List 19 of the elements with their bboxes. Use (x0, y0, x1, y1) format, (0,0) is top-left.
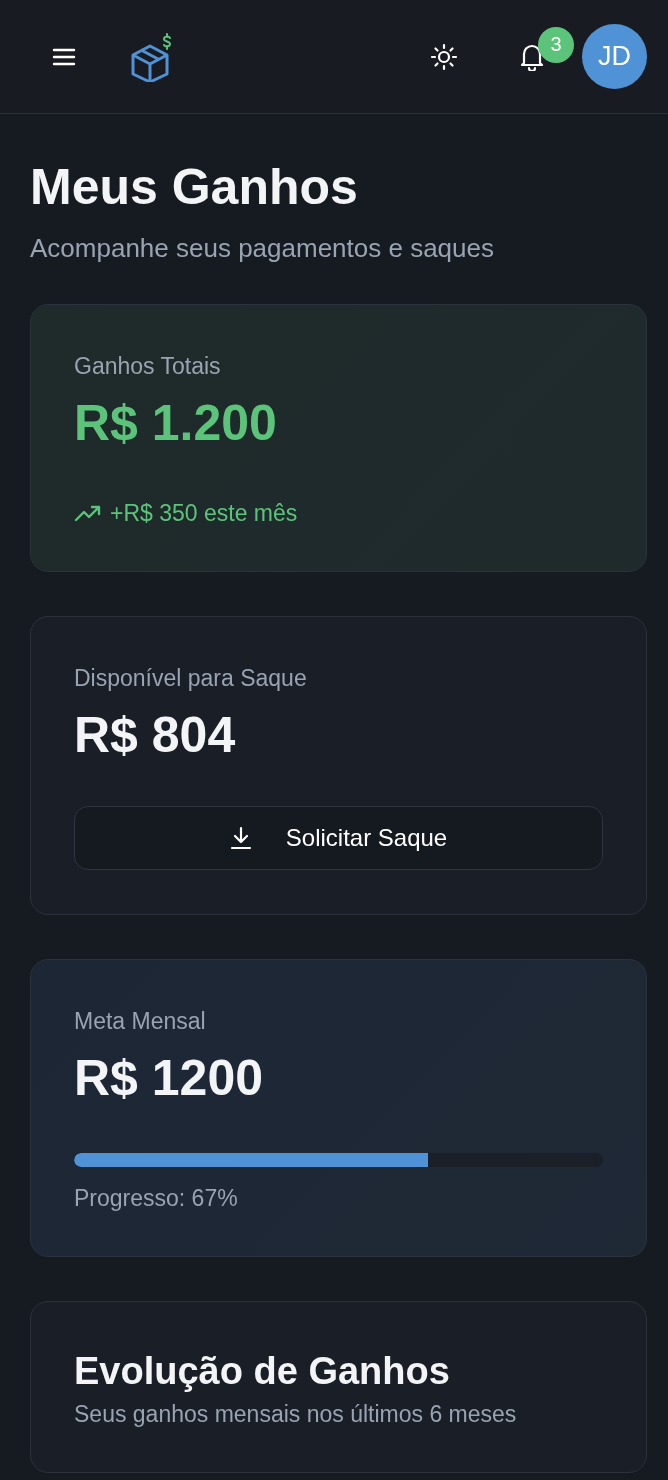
box-logo-icon[interactable] (130, 31, 174, 82)
card-label: Ganhos Totais (74, 353, 222, 380)
notification-badge: 3 (538, 26, 574, 63)
amount: R$ 1.200 (74, 394, 278, 452)
chart-title: Evolução de Ganhos (74, 1350, 451, 1393)
chart-subtitle: Seus ganhos mensais nos últimos 6 meses (74, 1401, 518, 1428)
amount: R$ 804 (74, 706, 237, 764)
page-title: Meus Ganhos (30, 160, 359, 215)
card-label: Meta Mensal (74, 1008, 207, 1035)
page-subtitle: Acompanhe seus pagamentos e saques (30, 233, 495, 264)
withdraw-button[interactable]: Solicitar Saque (74, 806, 603, 870)
trend-up-icon (74, 504, 102, 523)
theme-toggle-icon[interactable] (430, 42, 458, 71)
download-icon (229, 826, 252, 850)
amount: R$ 1200 (74, 1049, 265, 1107)
card-label: Disponível para Saque (74, 665, 308, 692)
notification-bell-icon[interactable] (518, 42, 546, 71)
progress-text: Progresso: 67% (74, 1185, 239, 1212)
trend-text: +R$ 350 este mês (110, 500, 298, 527)
